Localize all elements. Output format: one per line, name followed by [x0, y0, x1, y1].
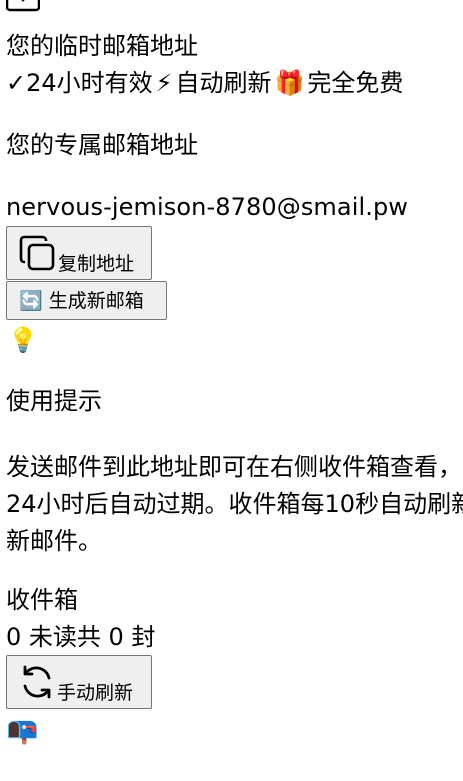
feature-valid-24h: 24小时有效	[26, 69, 153, 97]
empty-mailbox-icon: 📭	[6, 716, 39, 746]
manual-refresh-label: 手动刷新	[57, 682, 134, 704]
page-title: 您的临时邮箱地址	[6, 32, 198, 60]
copy-address-button[interactable]: 复制地址	[6, 226, 152, 280]
address-label: 您的专属邮箱地址	[6, 131, 198, 159]
gift-icon: 🎁	[274, 69, 305, 97]
check-icon: ✓	[6, 69, 27, 97]
tips-title: 使用提示	[6, 387, 102, 415]
temp-mail-page: 您的临时邮箱地址 ✓ 24小时有效 ⚡ 自动刷新 🎁 完全免费 您的专属邮箱地址…	[0, 0, 463, 781]
tips-body: 发送邮件到此地址即可在右侧收件箱查看，24小时后自动过期。收件箱每10秒自动刷新…	[6, 453, 463, 555]
feature-auto-refresh: 自动刷新	[175, 69, 272, 97]
copy-icon	[19, 235, 55, 271]
manual-refresh-button[interactable]: 手动刷新	[6, 655, 152, 709]
mail-icon	[6, 0, 40, 12]
email-address[interactable]: nervous-jemison-8780@smail.pw	[6, 192, 408, 222]
inbox-count: 0 未读共 0 封	[6, 623, 156, 651]
lightning-icon: ⚡	[155, 69, 173, 97]
inbox-title: 收件箱	[6, 586, 78, 614]
copy-address-label: 复制地址	[58, 253, 135, 275]
feature-list: ✓ 24小时有效 ⚡ 自动刷新 🎁 完全免费	[6, 68, 403, 98]
generate-new-email-label: 🔄 生成新邮箱	[19, 289, 144, 312]
refresh-icon	[23, 665, 51, 699]
feature-free: 完全免费	[307, 69, 404, 97]
generate-new-email-button[interactable]: 🔄 生成新邮箱	[6, 281, 167, 320]
lightbulb-icon: 💡	[8, 326, 38, 354]
